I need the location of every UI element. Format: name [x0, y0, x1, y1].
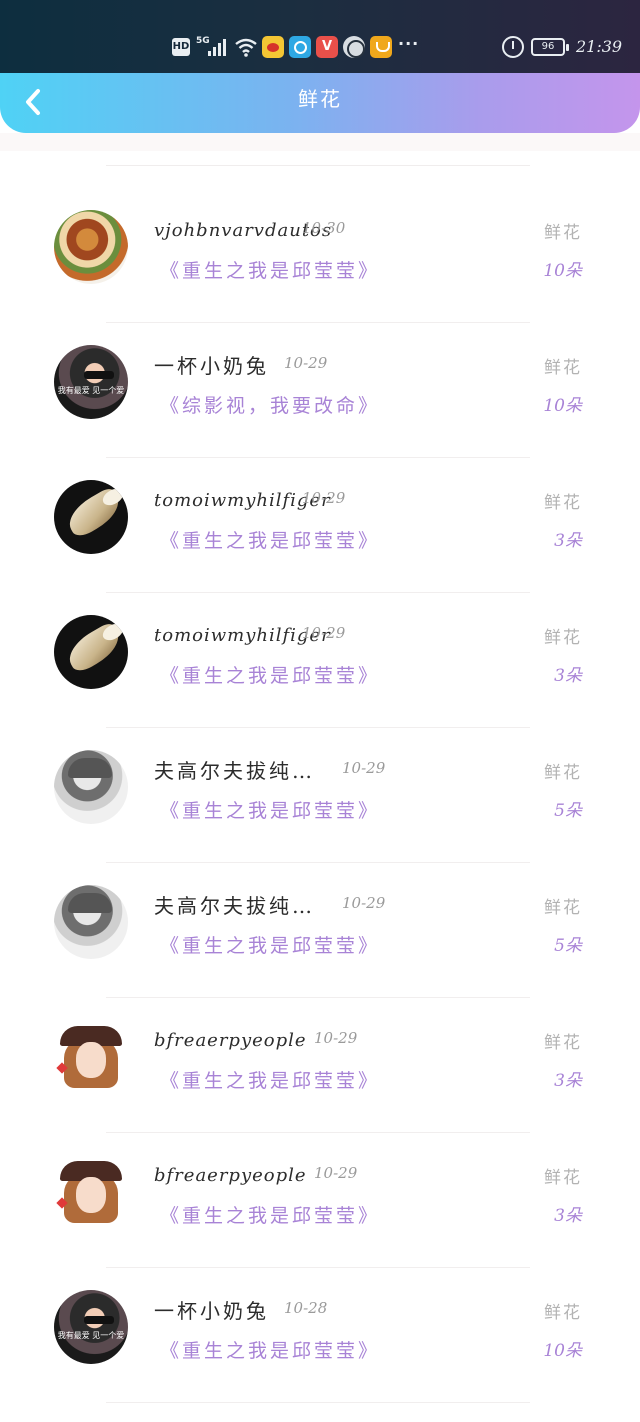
- gift-date: 10-29: [302, 489, 346, 507]
- gift-record-row[interactable]: 夫高尔夫拔纯… 10-29 鲜花《重生之我是邱莹莹》 5朵: [0, 728, 640, 863]
- globe-app-icon: [343, 36, 365, 58]
- avatar[interactable]: [54, 615, 128, 689]
- face-shape: [76, 1042, 106, 1078]
- gift-date: 10-29: [342, 759, 386, 777]
- avatar[interactable]: [54, 210, 128, 284]
- avatar[interactable]: 我有最爱 见一个爱: [54, 345, 128, 419]
- book-title[interactable]: 《重生之我是邱莹莹》: [160, 931, 380, 958]
- weibo-app-icon: [262, 36, 284, 58]
- gift-date: 10-28: [284, 1299, 328, 1317]
- gift-record-row[interactable]: 夫高尔夫拔纯… 10-29 鲜花《重生之我是邱莹莹》 5朵: [0, 863, 640, 998]
- v-app-icon: V: [316, 36, 338, 58]
- username[interactable]: 夫高尔夫拔纯…: [154, 755, 315, 784]
- gift-count: 10朵: [543, 1341, 582, 1361]
- content-top-band: [0, 133, 640, 151]
- sunglasses-icon: [84, 371, 114, 379]
- gift-count: 10朵: [543, 261, 582, 281]
- signal-icon: [208, 38, 230, 56]
- gift-type-label: 鲜花: [544, 1033, 582, 1053]
- wifi-icon: [234, 37, 258, 57]
- battery-icon: 96: [531, 38, 569, 56]
- book-title[interactable]: 《重生之我是邱莹莹》: [160, 256, 380, 283]
- gift-date: 10-29: [342, 894, 386, 912]
- status-bar: HD 5G V ··· 96 21:39: [0, 0, 640, 80]
- book-title[interactable]: 《重生之我是邱莹莹》: [160, 661, 380, 688]
- gift-date: 10-30: [302, 219, 346, 237]
- username[interactable]: bfreaerpyeople: [154, 1030, 307, 1051]
- gift-record-row[interactable]: vjohbnvarvdautos 10-30 鲜花 《重生之我是邱莹莹》 10朵: [0, 188, 640, 323]
- gift-record-row[interactable]: tomoiwmyhilfiger 10-29 鲜花 《重生之我是邱莹莹》 3朵: [0, 593, 640, 728]
- username[interactable]: 一杯小奶兔: [154, 350, 269, 379]
- gift-type-label: 鲜花: [544, 1303, 582, 1323]
- gift-type-label: 鲜花: [544, 898, 582, 918]
- book-title[interactable]: 《重生之我是邱莹莹》: [160, 526, 380, 553]
- username[interactable]: bfreaerpyeople: [154, 1165, 307, 1186]
- avatar-caption: 我有最爱 见一个爱: [57, 1331, 125, 1340]
- search-app-icon: [289, 36, 311, 58]
- avatar-caption: 我有最爱 见一个爱: [57, 386, 125, 395]
- clock-time: 21:39: [576, 37, 623, 56]
- gift-record-row[interactable]: bfreaerpyeople 10-29 鲜花《重生之我是邱莹莹》 3朵: [0, 998, 640, 1133]
- heart-app-icon: [370, 36, 392, 58]
- page-title: 鲜花: [298, 87, 342, 111]
- gift-record-row[interactable]: tomoiwmyhilfiger 10-29 鲜花 《重生之我是邱莹莹》 3朵: [0, 458, 640, 593]
- avatar[interactable]: [54, 1020, 128, 1094]
- gift-record-row[interactable]: bfreaerpyeople 10-29 鲜花《重生之我是邱莹莹》 3朵: [0, 1133, 640, 1268]
- gift-record-row[interactable]: 我有最爱 见一个爱 一杯小奶兔 10-28 鲜花《重生之我是邱莹莹》 10朵: [0, 1268, 640, 1403]
- gift-date: 10-29: [284, 354, 328, 372]
- gift-count: 10朵: [543, 396, 582, 416]
- gift-date: 10-29: [302, 624, 346, 642]
- page-header: 鲜花: [0, 73, 640, 133]
- gift-count: 3朵: [554, 666, 582, 686]
- hair-shape: [68, 758, 112, 778]
- username[interactable]: 一杯小奶兔: [154, 1295, 269, 1324]
- more-notifications-icon: ···: [398, 34, 420, 53]
- gift-count: 5朵: [554, 936, 582, 956]
- username[interactable]: 夫高尔夫拔纯…: [154, 890, 315, 919]
- gift-type-label: 鲜花: [544, 1168, 582, 1188]
- gift-count: 3朵: [554, 1206, 582, 1226]
- gift-date: 10-29: [314, 1164, 358, 1182]
- gift-type-label: 鲜花: [544, 223, 582, 243]
- avatar[interactable]: [54, 480, 128, 554]
- book-title[interactable]: 《重生之我是邱莹莹》: [160, 1201, 380, 1228]
- avatar[interactable]: [54, 885, 128, 959]
- gift-type-label: 鲜花: [544, 628, 582, 648]
- gift-type-label: 鲜花: [544, 763, 582, 783]
- alarm-icon: [502, 36, 524, 58]
- book-title[interactable]: 《重生之我是邱莹莹》: [160, 796, 380, 823]
- face-shape: [76, 1177, 106, 1213]
- hd-icon: HD: [172, 38, 190, 56]
- gift-date: 10-29: [314, 1029, 358, 1047]
- gift-count: 3朵: [554, 531, 582, 551]
- book-title[interactable]: 《重生之我是邱莹莹》: [160, 1336, 380, 1363]
- gift-count: 5朵: [554, 801, 582, 821]
- sunglasses-icon: [84, 1316, 114, 1324]
- gift-type-label: 鲜花: [544, 493, 582, 513]
- divider: [106, 165, 530, 166]
- avatar[interactable]: 我有最爱 见一个爱: [54, 1290, 128, 1364]
- gift-count: 3朵: [554, 1071, 582, 1091]
- avatar[interactable]: [54, 1155, 128, 1229]
- gift-type-label: 鲜花: [544, 358, 582, 378]
- hair-shape: [68, 893, 112, 913]
- book-title[interactable]: 《综影视，我要改命》: [160, 391, 380, 418]
- gift-record-row[interactable]: 我有最爱 见一个爱 一杯小奶兔 10-29 鲜花《综影视，我要改命》 10朵: [0, 323, 640, 458]
- divider: [106, 1402, 530, 1403]
- book-title[interactable]: 《重生之我是邱莹莹》: [160, 1066, 380, 1093]
- avatar[interactable]: [54, 750, 128, 824]
